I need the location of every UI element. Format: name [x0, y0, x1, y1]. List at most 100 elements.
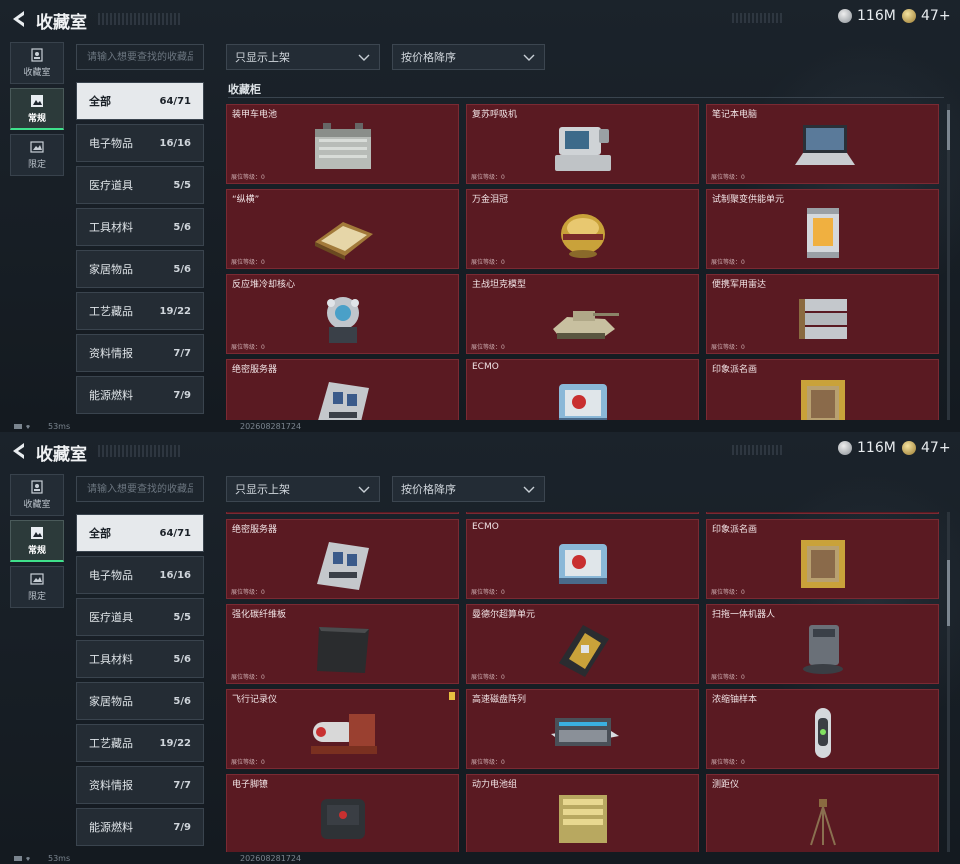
category-item[interactable]: 全部 64/71 — [76, 82, 204, 120]
gold-currency[interactable]: 47+ — [902, 8, 951, 24]
collection-item-card[interactable]: 电子脚镣 — [226, 774, 459, 852]
item-name: 复苏呼吸机 — [472, 110, 518, 120]
collection-item-card[interactable]: 主战坦克模型 展位等级：0 — [466, 274, 699, 354]
item-level: 展位等级：0 — [471, 259, 505, 266]
dropdown-value: 只显示上架 — [235, 483, 290, 496]
sort-dropdown[interactable]: 按价格降序 — [392, 44, 545, 70]
item-level: 展位等级：0 — [711, 674, 745, 681]
collection-item-card[interactable]: 试制聚变供能单元 展位等级：0 — [706, 189, 939, 269]
collection-item-card[interactable]: ECMO 展位等级：0 — [466, 359, 699, 420]
shelf-filter-dropdown[interactable]: 只显示上架 — [226, 44, 380, 70]
category-item[interactable]: 医疗道具 5/5 — [76, 598, 204, 636]
side-nav-item[interactable]: 收藏室 — [10, 42, 64, 84]
chess-icon — [314, 222, 373, 260]
category-item[interactable]: 能源燃料 7/9 — [76, 808, 204, 846]
item-name: 高速磁盘阵列 — [472, 695, 527, 705]
category-count: 16/16 — [159, 569, 191, 581]
search-input[interactable] — [76, 476, 204, 502]
ecmo-icon — [558, 544, 607, 584]
category-item[interactable]: 医疗道具 5/5 — [76, 166, 204, 204]
back-arrow-icon[interactable] — [8, 440, 30, 462]
collection-item-card[interactable]: 测距仪 — [706, 774, 939, 852]
sort-dropdown[interactable]: 按价格降序 — [392, 476, 545, 502]
side-nav-item[interactable]: 常规 — [10, 520, 64, 562]
collection-item-card[interactable]: 装甲车电池 展位等级：0 — [226, 104, 459, 184]
collection-item-card[interactable]: ECMO 展位等级：0 — [466, 519, 699, 599]
item-grid: 展位等级：0 展位等级：0 展位等级：0 绝密服务器 展位等级：0 ECMO 展… — [226, 512, 939, 852]
category-item[interactable]: 全部 64/71 — [76, 514, 204, 552]
currency-decoration — [732, 13, 784, 23]
category-label: 工艺藏品 — [89, 737, 133, 750]
item-level: 展位等级：0 — [711, 759, 745, 766]
side-nav-item[interactable]: 常规 — [10, 88, 64, 130]
gold-currency[interactable]: 47+ — [902, 440, 951, 456]
category-item[interactable]: 工具材料 5/6 — [76, 208, 204, 246]
carbon-icon — [316, 627, 369, 673]
anklet-icon — [320, 799, 365, 839]
back-arrow-icon[interactable] — [8, 8, 30, 30]
collection-item-card[interactable]: 复苏呼吸机 展位等级：0 — [466, 104, 699, 184]
category-item[interactable]: 工艺藏品 19/22 — [76, 724, 204, 762]
shelf-filter-dropdown[interactable]: 只显示上架 — [226, 476, 380, 502]
category-item[interactable]: 能源燃料 7/9 — [76, 376, 204, 414]
collection-item-card[interactable]: 笔记本电脑 展位等级：0 — [706, 104, 939, 184]
silver-amount: 116M — [857, 8, 896, 24]
collection-item-card[interactable]: “纵横” 展位等级：0 — [226, 189, 459, 269]
category-label: 全部 — [89, 527, 111, 540]
item-level: 展位等级：0 — [471, 759, 505, 766]
currency-decoration — [732, 445, 784, 455]
collection-item-card[interactable]: 便携军用雷达 展位等级：0 — [706, 274, 939, 354]
item-level: 展位等级：0 — [231, 589, 265, 596]
server-icon — [317, 382, 369, 420]
dropdown-value: 按价格降序 — [401, 51, 456, 64]
collection-item-card[interactable]: 绝密服务器 展位等级：0 — [226, 359, 459, 420]
page-title: 收藏室 — [36, 445, 87, 465]
portrait-icon — [31, 48, 43, 62]
ecmo-icon — [558, 384, 607, 420]
side-nav-item[interactable]: 收藏室 — [10, 474, 64, 516]
category-item[interactable]: 资料情报 7/7 — [76, 766, 204, 804]
collection-item-card[interactable]: 高速磁盘阵列 展位等级：0 — [466, 689, 699, 769]
collection-item-card[interactable]: 动力电池组 — [466, 774, 699, 852]
category-item[interactable]: 电子物品 16/16 — [76, 556, 204, 594]
category-label: 电子物品 — [89, 569, 133, 582]
collection-item-card[interactable]: 印象派名画 展位等级：0 — [706, 359, 939, 420]
scrollbar[interactable] — [947, 104, 950, 420]
collection-item-card[interactable]: 飞行记录仪 展位等级：0 — [226, 689, 459, 769]
item-name: 万金泪冠 — [472, 195, 509, 205]
side-nav-item[interactable]: 限定 — [10, 566, 64, 608]
scrollbar-thumb[interactable] — [947, 560, 950, 626]
scrollbar-thumb[interactable] — [947, 110, 950, 150]
item-level: 展位等级：0 — [711, 259, 745, 266]
collection-item-card[interactable]: 浓缩铀样本 展位等级：0 — [706, 689, 939, 769]
item-name: 绝密服务器 — [232, 365, 278, 375]
collection-item-card[interactable]: 万金泪冠 展位等级：0 — [466, 189, 699, 269]
page-title: 收藏室 — [36, 13, 87, 33]
collection-item-card[interactable]: 印象派名画 展位等级：0 — [706, 519, 939, 599]
item-name: 动力电池组 — [472, 780, 518, 790]
collection-item-card[interactable]: 展位等级：0 — [706, 512, 939, 514]
collection-item-card[interactable]: 展位等级：0 — [226, 512, 459, 514]
category-item[interactable]: 工艺藏品 19/22 — [76, 292, 204, 330]
category-item[interactable]: 工具材料 5/6 — [76, 640, 204, 678]
side-nav-item[interactable]: 限定 — [10, 134, 64, 176]
collection-item-card[interactable]: 强化碳纤维板 展位等级：0 — [226, 604, 459, 684]
collection-item-card[interactable]: 曼德尔超算单元 展位等级：0 — [466, 604, 699, 684]
collection-item-card[interactable]: 扫拖一体机器人 展位等级：0 — [706, 604, 939, 684]
silver-amount: 116M — [857, 440, 896, 456]
scrollbar[interactable] — [947, 512, 950, 852]
category-item[interactable]: 电子物品 16/16 — [76, 124, 204, 162]
item-level: 展位等级：0 — [231, 759, 265, 766]
item-level: 展位等级：0 — [711, 174, 745, 181]
item-name: 测距仪 — [712, 780, 740, 790]
category-item[interactable]: 资料情报 7/7 — [76, 334, 204, 372]
collection-item-card[interactable]: 展位等级：0 — [466, 512, 699, 514]
category-item[interactable]: 家居物品 5/6 — [76, 682, 204, 720]
collection-item-card[interactable]: 反应堆冷却核心 展位等级：0 — [226, 274, 459, 354]
collection-item-card[interactable]: 绝密服务器 展位等级：0 — [226, 519, 459, 599]
item-name: 扫拖一体机器人 — [712, 610, 776, 620]
search-input[interactable] — [76, 44, 204, 70]
side-nav-label: 收藏室 — [23, 500, 51, 510]
uranium-icon — [814, 708, 831, 758]
category-item[interactable]: 家居物品 5/6 — [76, 250, 204, 288]
